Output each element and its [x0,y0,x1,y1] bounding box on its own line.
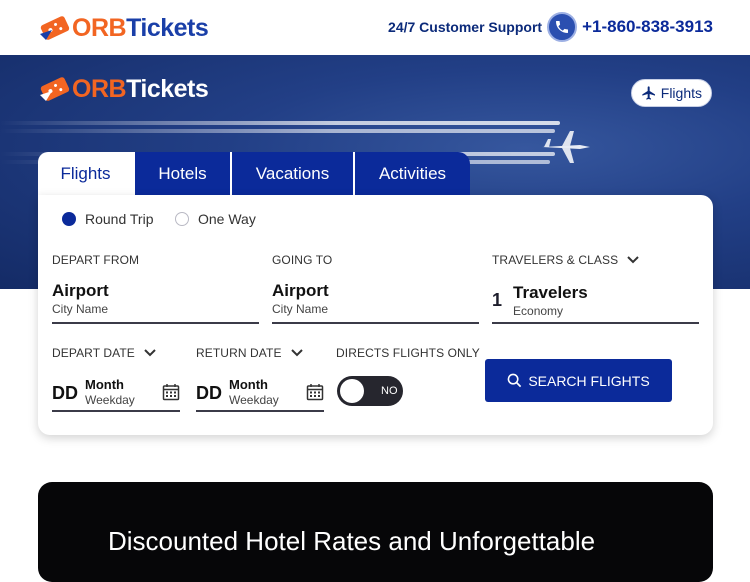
return-date-label[interactable]: RETURN DATE [196,346,304,360]
chevron-down-icon [627,256,639,264]
return-date-weekday: Weekday [229,393,279,407]
contrail-decoration [0,121,560,125]
going-to-value: Airport [272,281,329,300]
ticket-logo-icon [40,16,70,40]
calendar-icon[interactable] [162,383,180,401]
header-logo[interactable]: ORBTickets [38,12,209,44]
calendar-icon[interactable] [306,383,324,401]
depart-from-field[interactable]: Airport City Name [52,281,259,324]
airplane-image [542,131,590,163]
travelers-count: 1 [492,290,503,310]
depart-date-weekday: Weekday [85,393,135,407]
hero-logo[interactable]: ORBTickets [38,73,209,105]
travelers-class-field[interactable]: 1 Travelers Economy [492,283,699,324]
chevron-down-icon [144,349,156,357]
return-date-field[interactable]: DD Month Weekday [196,377,324,412]
phone-number-link[interactable]: +1-860-838-3913 [582,17,713,37]
depart-from-label: DEPART FROM [52,253,140,267]
round-trip-radio[interactable]: Round Trip [62,211,153,227]
return-date-month: Month [229,377,268,392]
return-date-dd: DD [196,383,222,403]
depart-date-label[interactable]: DEPART DATE [52,346,157,360]
toggle-knob [340,379,364,403]
promo-banner: Discounted Hotel Rates and Unforgettable [38,482,713,582]
going-to-label: GOING TO [272,253,333,267]
search-flights-button[interactable]: SEARCH FLIGHTS [485,359,672,402]
logo-suffix: Tickets [126,13,209,42]
logo-prefix: ORB [72,13,127,42]
one-way-label: One Way [198,211,256,227]
depart-date-month: Month [85,377,124,392]
travelers-value: Travelers [513,283,588,302]
search-icon [507,373,522,388]
tab-vacations[interactable]: Vacations [232,152,355,195]
top-header: ORBTickets 24/7 Customer Support +1-860-… [0,0,750,55]
depart-from-value: Airport [52,281,109,300]
depart-date-dd: DD [52,383,78,403]
tab-hotels[interactable]: Hotels [135,152,232,195]
logo-suffix: Tickets [126,74,209,103]
promo-title: Discounted Hotel Rates and Unforgettable [108,526,596,556]
travel-class: Economy [513,304,564,318]
one-way-radio[interactable]: One Way [175,211,256,227]
chevron-down-icon [290,349,303,357]
logo-prefix: ORB [72,74,127,103]
booking-tabs: Flights Hotels Vacations Activities [38,152,470,195]
support-label: 24/7 Customer Support [388,19,543,35]
going-to-sub: City Name [272,302,329,316]
customer-support: 24/7 Customer Support +1-860-838-3913 [388,12,713,42]
direct-flights-label: DIRECTS FLIGHTS ONLY [336,346,480,360]
flights-pill-label: Flights [660,85,702,101]
phone-icon[interactable] [547,12,578,42]
ticket-logo-icon [40,77,70,101]
direct-flights-toggle[interactable]: NO [337,376,403,406]
search-flights-label: SEARCH FLIGHTS [528,372,650,389]
radio-selected-icon [62,212,76,226]
flight-search-card: Round Trip One Way DEPART FROM Airport C… [38,195,713,435]
going-to-field[interactable]: Airport City Name [272,281,479,324]
contrail-decoration [0,129,555,133]
round-trip-label: Round Trip [85,211,154,227]
radio-unselected-icon [175,212,189,226]
depart-date-field[interactable]: DD Month Weekday [52,377,180,412]
tab-flights[interactable]: Flights [38,152,135,195]
toggle-state-text: NO [381,385,398,397]
depart-from-sub: City Name [52,302,109,316]
travelers-class-label[interactable]: TRAVELERS & CLASS [492,253,640,267]
flights-pill-button[interactable]: Flights [630,79,712,107]
airplane-icon [642,86,655,100]
tab-activities[interactable]: Activities [355,152,470,195]
